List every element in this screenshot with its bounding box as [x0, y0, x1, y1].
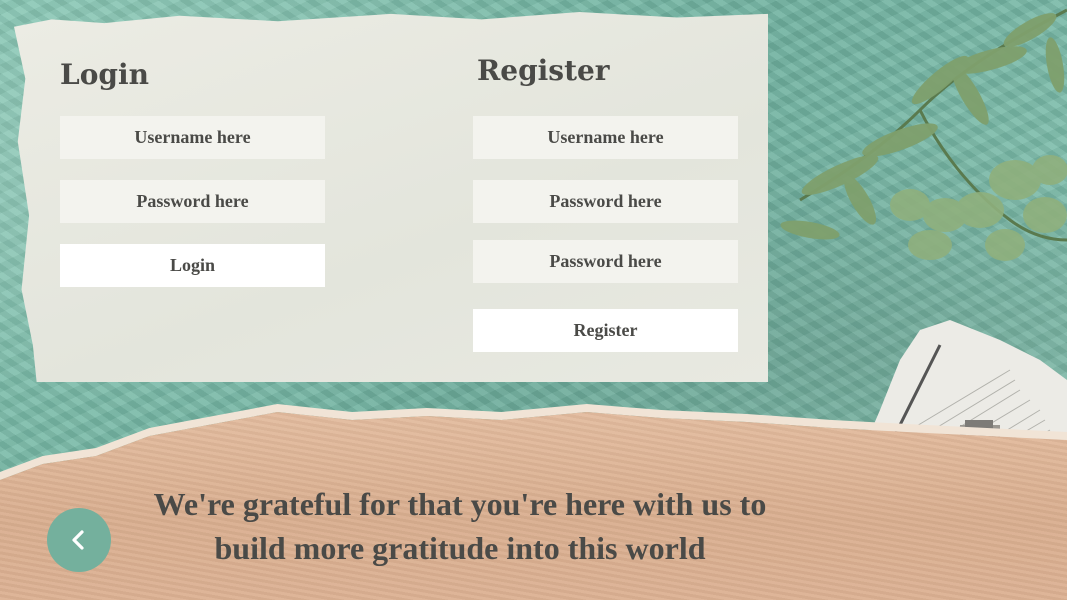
register-heading: Register [477, 54, 610, 87]
gratitude-tagline: We're grateful for that you're here with… [120, 482, 800, 570]
login-heading: Login [60, 58, 149, 91]
login-button[interactable]: Login [60, 244, 325, 287]
eucalyptus-leaves-decoration [780, 8, 1067, 261]
register-password-field[interactable]: Password here [473, 180, 738, 223]
login-password-field[interactable]: Password here [60, 180, 325, 223]
register-button[interactable]: Register [473, 309, 738, 352]
back-button[interactable] [47, 508, 111, 572]
tagline-line-1: We're grateful for that you're here with… [153, 486, 767, 522]
register-username-field[interactable]: Username here [473, 116, 738, 159]
tagline-line-2: build more gratitude into this world [214, 530, 706, 566]
chevron-left-icon [72, 530, 84, 550]
register-confirm-password-field[interactable]: Password here [473, 240, 738, 283]
login-username-field[interactable]: Username here [60, 116, 325, 159]
